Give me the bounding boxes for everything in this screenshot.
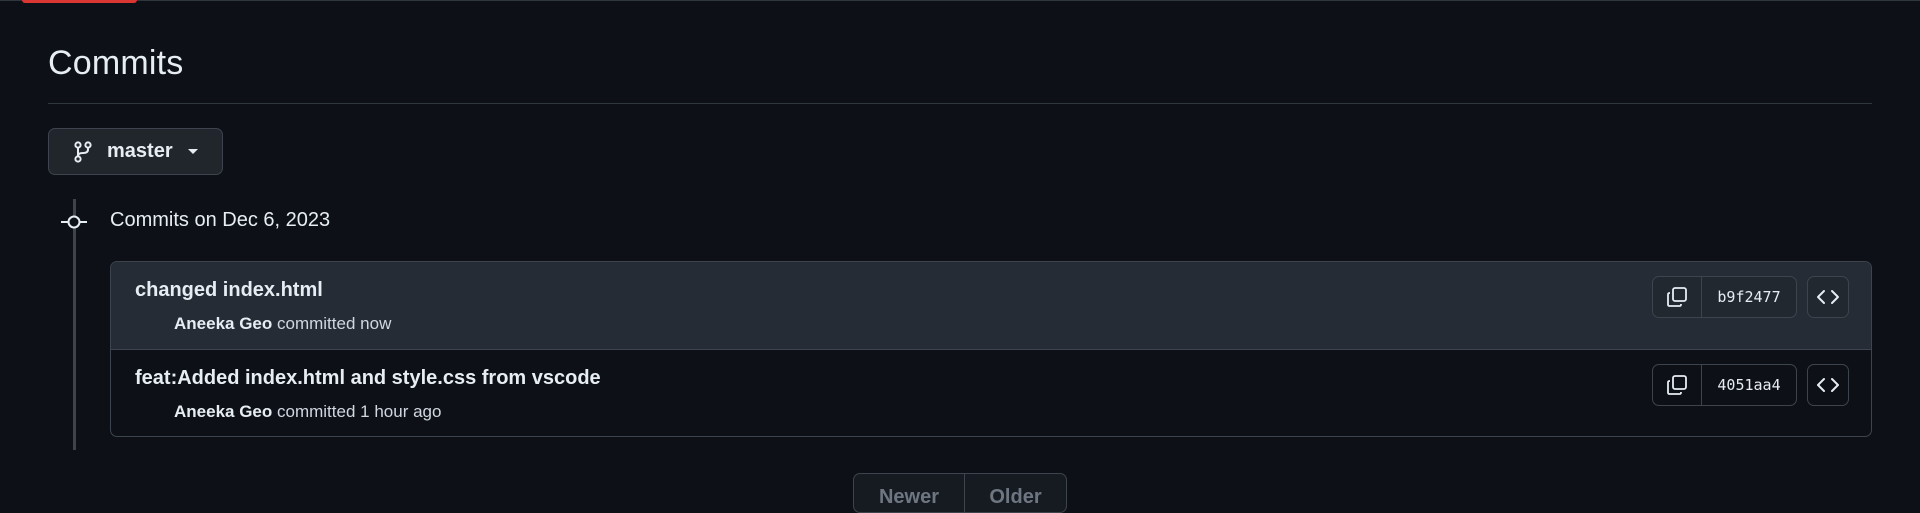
commit-sha-link[interactable]: b9f2477 xyxy=(1702,277,1796,317)
branch-name: master xyxy=(107,140,173,162)
commit-message-link[interactable]: feat:Added index.html and style.css from… xyxy=(135,367,601,390)
commit-time: now xyxy=(360,314,392,333)
commit-author-link[interactable]: Aneeka Geo xyxy=(174,402,272,421)
title-divider xyxy=(48,103,1872,104)
commit-group-heading: Commits on Dec 6, 2023 xyxy=(110,209,331,231)
top-border xyxy=(0,0,1920,2)
newer-button[interactable]: Newer xyxy=(854,474,965,512)
copy-icon xyxy=(1667,375,1687,395)
copy-icon xyxy=(1667,287,1687,307)
commit-author-link[interactable]: Aneeka Geo xyxy=(174,314,272,333)
code-icon xyxy=(1817,378,1839,392)
commit-time: 1 hour ago xyxy=(360,402,442,421)
commit-meta: Aneeka Geo committed now xyxy=(174,314,391,334)
active-tab-indicator xyxy=(22,0,137,3)
copy-sha-button[interactable] xyxy=(1653,365,1702,405)
copy-sha-button[interactable] xyxy=(1653,277,1702,317)
triangle-down-icon xyxy=(187,148,198,154)
page-title: Commits xyxy=(48,44,184,82)
commit-row: changed index.html Aneeka Geo committed … xyxy=(111,262,1871,349)
pagination: Newer Older xyxy=(853,473,1067,513)
branch-selector-button[interactable]: master xyxy=(48,128,223,175)
commit-verb: committed xyxy=(277,402,356,421)
commit-sha-group: 4051aa4 xyxy=(1652,364,1797,406)
commit-verb: committed xyxy=(277,314,356,333)
git-branch-icon xyxy=(74,140,92,163)
commit-sha-link[interactable]: 4051aa4 xyxy=(1702,365,1796,405)
browse-repository-button[interactable] xyxy=(1807,364,1849,406)
commit-sha-group: b9f2477 xyxy=(1652,276,1797,318)
older-button[interactable]: Older xyxy=(965,474,1066,512)
browse-repository-button[interactable] xyxy=(1807,276,1849,318)
commit-meta: Aneeka Geo committed 1 hour ago xyxy=(174,402,441,422)
timeline-line xyxy=(73,199,76,450)
git-commit-icon xyxy=(61,215,87,229)
commit-row: feat:Added index.html and style.css from… xyxy=(111,349,1871,436)
commit-message-link[interactable]: changed index.html xyxy=(135,279,323,302)
commit-list: changed index.html Aneeka Geo committed … xyxy=(110,261,1872,437)
code-icon xyxy=(1817,290,1839,304)
